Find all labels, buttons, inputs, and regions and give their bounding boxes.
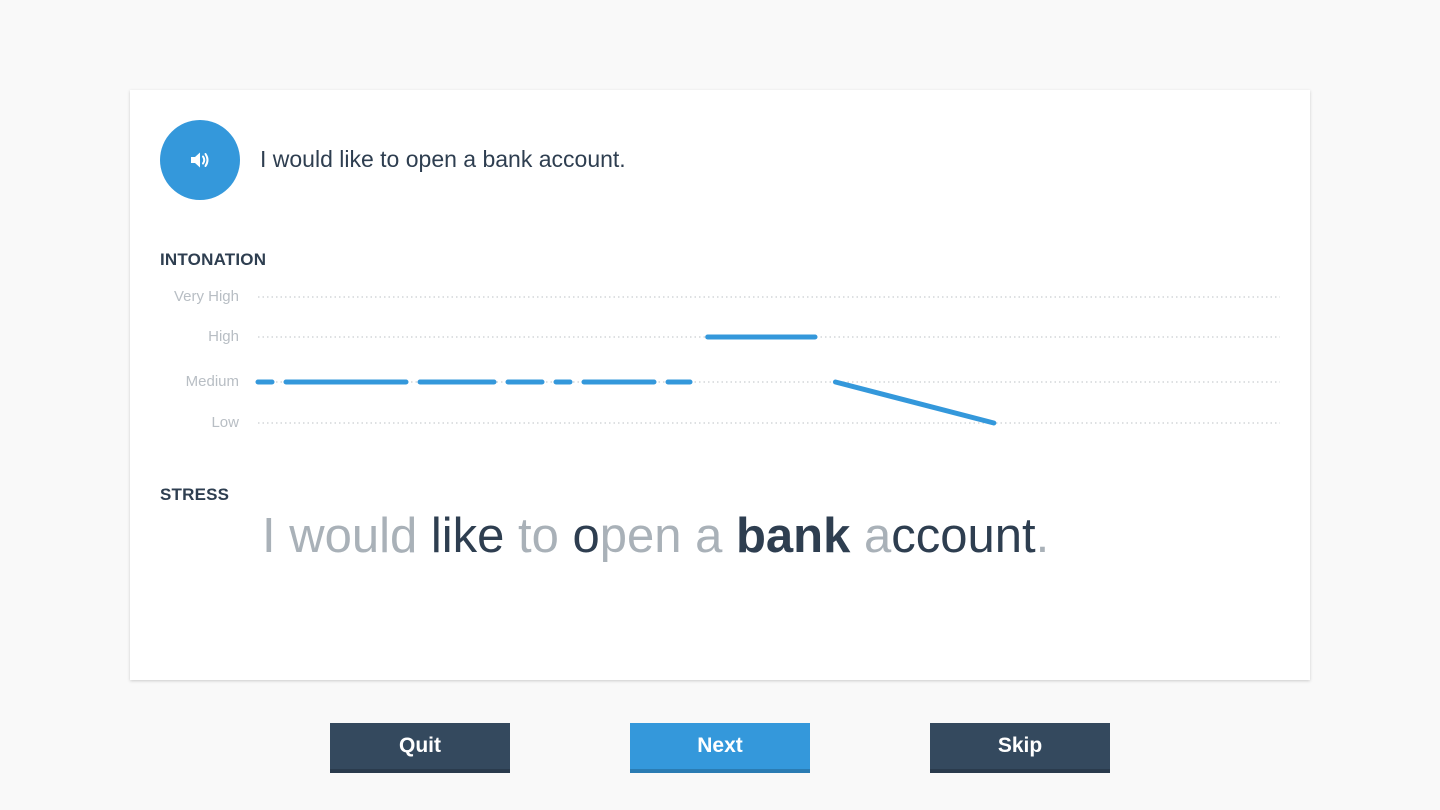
stress-part: to — [504, 509, 573, 563]
skip-button[interactable]: Skip — [930, 723, 1110, 773]
intonation-chart — [255, 296, 1280, 426]
stress-part: ccount — [891, 509, 1036, 563]
stress-sentence: I would like to open a bank account. — [262, 506, 1049, 566]
stress-part: . — [1035, 509, 1050, 563]
next-button[interactable]: Next — [630, 723, 810, 773]
quit-button[interactable]: Quit — [330, 723, 510, 773]
exercise-card: I would like to open a bank account. INT… — [130, 90, 1310, 680]
stress-part: I would — [262, 509, 431, 563]
stress-part: pen a — [599, 509, 736, 563]
stress-part: bank — [736, 509, 851, 563]
stress-part: like — [430, 509, 505, 563]
stress-part: o — [572, 509, 600, 563]
intonation-segment — [832, 379, 997, 426]
stress-heading: STRESS — [160, 485, 230, 504]
stress-part: a — [850, 509, 892, 563]
intonation-segments — [255, 334, 997, 426]
